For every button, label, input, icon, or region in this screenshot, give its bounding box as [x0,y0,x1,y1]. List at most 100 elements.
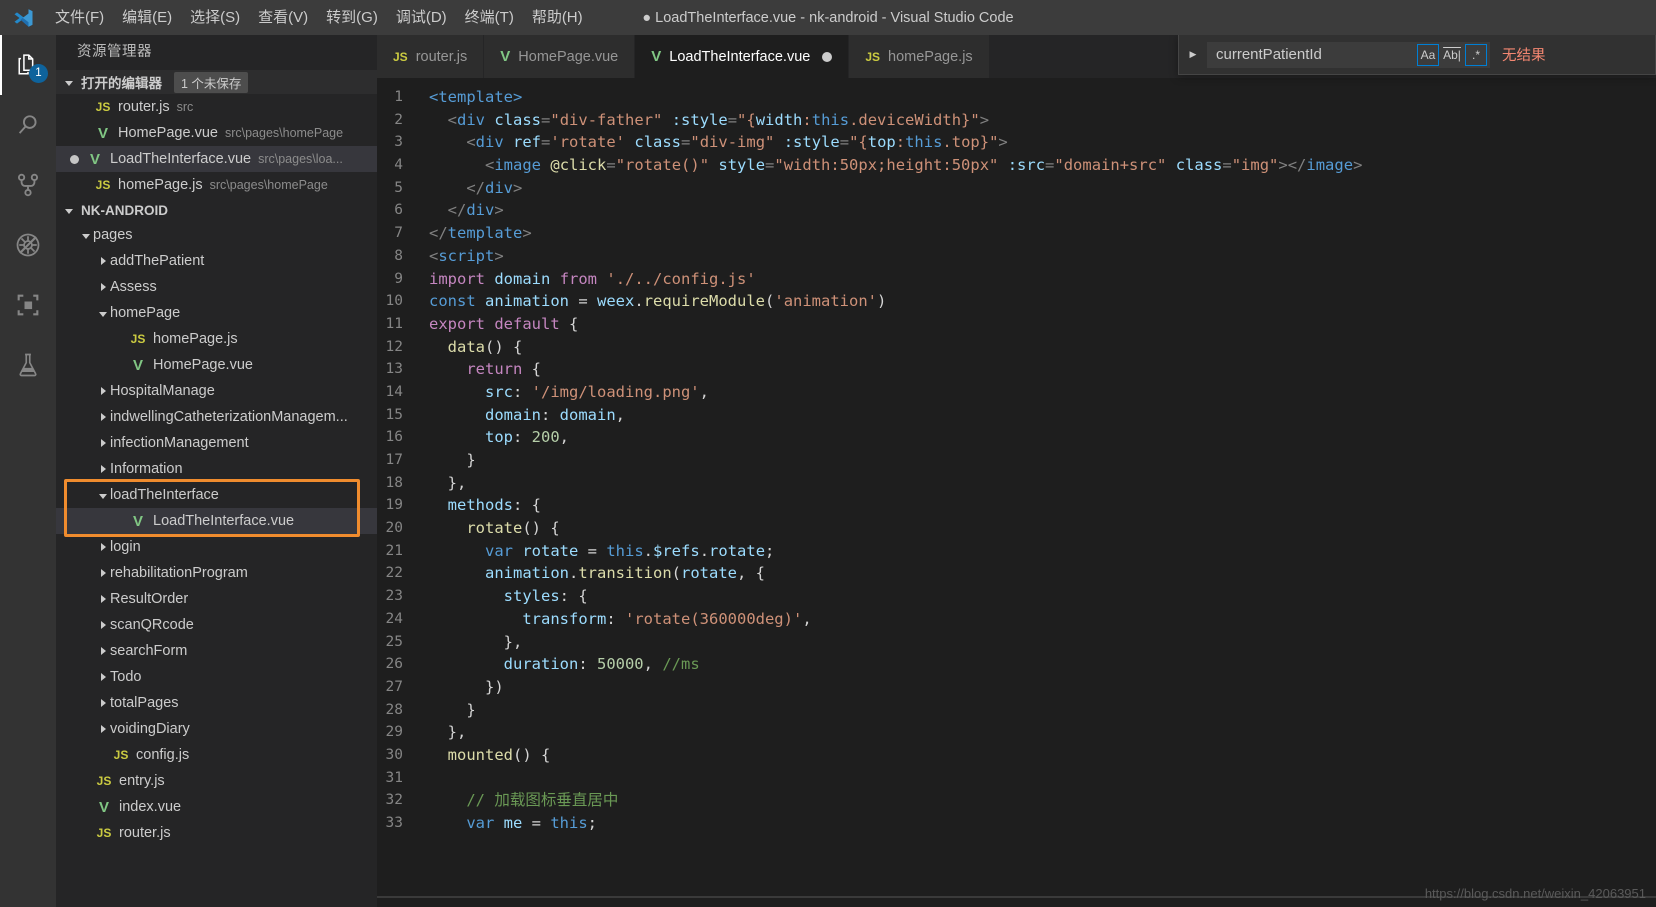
code-editor[interactable]: 1 <template> 2 <div class="div-father" :st… [377,78,1656,907]
chevron-down-icon [64,77,75,88]
line-number: 13 [385,361,403,378]
explorer-icon[interactable]: 1 [0,35,56,95]
chevron-right-icon[interactable] [96,594,110,605]
tab-homepage-vue[interactable]: V HomePage.vue [484,35,636,78]
line-number: 1 [394,89,403,105]
tree-item-indwellingcatheterizationmanagem-[interactable]: indwellingCatheterizationManagem... [56,404,377,430]
code-line: 18 }, [377,472,1656,495]
chevron-right-icon[interactable] [96,386,110,397]
menu-help[interactable]: 帮助(H) [523,0,592,35]
chevron-right-icon[interactable] [96,568,110,579]
chevron-right-icon[interactable] [96,672,110,683]
search-icon[interactable] [0,95,56,155]
line-text: <script> [429,246,504,265]
chevron-right-icon[interactable] [96,620,110,631]
chevron-down-icon[interactable] [96,308,110,319]
beaker-test-icon[interactable] [0,335,56,395]
tree-item-loadtheinterface[interactable]: loadTheInterface [56,482,377,508]
tree-item-homepage[interactable]: homePage [56,300,377,326]
horizontal-scrollbar[interactable] [377,896,1656,898]
whole-word-button[interactable]: Ab| [1441,44,1463,66]
tree-item-rehabilitationprogram[interactable]: rehabilitationProgram [56,560,377,586]
tree-item-voidingdiary[interactable]: voidingDiary [56,716,377,742]
line-text: export default { [429,314,579,333]
open-editor-item-loadtheinterface-vue[interactable]: V LoadTheInterface.vue src\pages\loa... [56,146,377,172]
tree-item-config-js[interactable]: JS config.js [56,742,377,768]
tab-router-js[interactable]: JS router.js [377,35,485,78]
tree-item-entry-js[interactable]: JS entry.js [56,768,377,794]
line-text: } [429,700,476,719]
chevron-right-icon[interactable] [96,256,110,267]
tree-item-hospitalmanage[interactable]: HospitalManage [56,378,377,404]
open-editor-item-router-js[interactable]: JS router.js src [56,94,377,120]
tree-item-router-js[interactable]: JS router.js [56,820,377,846]
line-text: domain: domain, [485,405,626,424]
tab-loadtheinterface-vue[interactable]: V LoadTheInterface.vue [635,35,850,78]
tab-dirty-indicator[interactable] [822,51,833,62]
chevron-down-icon[interactable] [79,230,93,241]
menu-go[interactable]: 转到(G) [317,0,387,35]
tree-item-information[interactable]: Information [56,456,377,482]
menu-bar: 文件(F) 编辑(E) 选择(S) 查看(V) 转到(G) 调试(D) 终端(T… [46,0,592,35]
tree-item-todo[interactable]: Todo [56,664,377,690]
chevron-right-icon[interactable] [96,438,110,449]
line-text: <template> [429,88,523,106]
code-line: 9 import domain from './../config.js' [377,268,1656,291]
menu-view[interactable]: 查看(V) [249,0,317,35]
chevron-right-icon[interactable] [96,646,110,657]
chevron-down-icon[interactable] [96,490,110,501]
tree-item-homepage-js[interactable]: JS homePage.js [56,326,377,352]
tree-item-searchform[interactable]: searchForm [56,638,377,664]
line-text: }, [429,723,467,742]
source-control-icon[interactable] [0,155,56,215]
tree-item-resultorder[interactable]: ResultOrder [56,586,377,612]
tree-item-homepage-vue[interactable]: V HomePage.vue [56,352,377,378]
run-and-debug-icon[interactable] [0,215,56,275]
line-number: 6 [394,202,403,219]
chevron-down-icon [64,205,75,216]
tab-label: homePage.js [888,48,973,65]
tree-item-addthepatient[interactable]: addThePatient [56,248,377,274]
tree-item-loadtheinterface-vue[interactable]: V LoadTheInterface.vue [56,508,377,534]
tree-item-infectionmanagement[interactable]: infectionManagement [56,430,377,456]
chevron-right-icon[interactable] [96,542,110,553]
extensions-icon[interactable] [0,275,56,335]
tab-homepage-js[interactable]: JS homePage.js [849,35,990,78]
code-line: 29 }, [377,721,1656,744]
chevron-right-icon[interactable] [96,282,110,293]
tree-item-pages[interactable]: pages [56,222,377,248]
chevron-right-icon[interactable]: ▶ [1183,45,1203,65]
menu-terminal[interactable]: 终端(T) [456,0,523,35]
menu-edit[interactable]: 编辑(E) [113,0,181,35]
project-header[interactable]: NK-ANDROID [56,198,377,222]
menu-debug[interactable]: 调试(D) [387,0,456,35]
chevron-right-icon[interactable] [96,464,110,475]
open-editor-item-homepage-vue[interactable]: V HomePage.vue src\pages\homePage [56,120,377,146]
chevron-right-icon[interactable] [96,412,110,423]
line-text: animation.transition(rotate, { [485,564,766,583]
open-editors-header[interactable]: 打开的编辑器 1 个未保存 [56,70,377,94]
line-number: 28 [385,701,403,718]
line-number: 23 [385,588,403,605]
chevron-right-icon[interactable] [96,724,110,735]
open-editor-item-homepage-js[interactable]: JS homePage.js src\pages\homePage [56,172,377,198]
use-regex-button[interactable]: .* [1465,43,1487,66]
find-input[interactable] [1216,46,1415,63]
chevron-right-icon[interactable] [96,698,110,709]
match-case-button[interactable]: Aa [1417,43,1439,66]
tree-item-label: Information [110,461,183,477]
line-number: 7 [394,225,403,242]
tree-item-totalpages[interactable]: totalPages [56,690,377,716]
find-input-box[interactable]: Aa Ab| .* [1207,41,1490,68]
tree-item-login[interactable]: login [56,534,377,560]
tree-item-label: loadTheInterface [110,487,219,503]
tree-item-assess[interactable]: Assess [56,274,377,300]
code-line: 28 } [377,699,1656,722]
line-text: duration: 50000, //ms [503,655,700,674]
menu-selection[interactable]: 选择(S) [181,0,249,35]
line-number: 32 [385,792,403,809]
menu-file[interactable]: 文件(F) [46,0,113,35]
tree-item-index-vue[interactable]: Vindex.vue [56,794,377,820]
explorer-badge: 1 [29,64,48,83]
tree-item-scanqrcode[interactable]: scanQRcode [56,612,377,638]
